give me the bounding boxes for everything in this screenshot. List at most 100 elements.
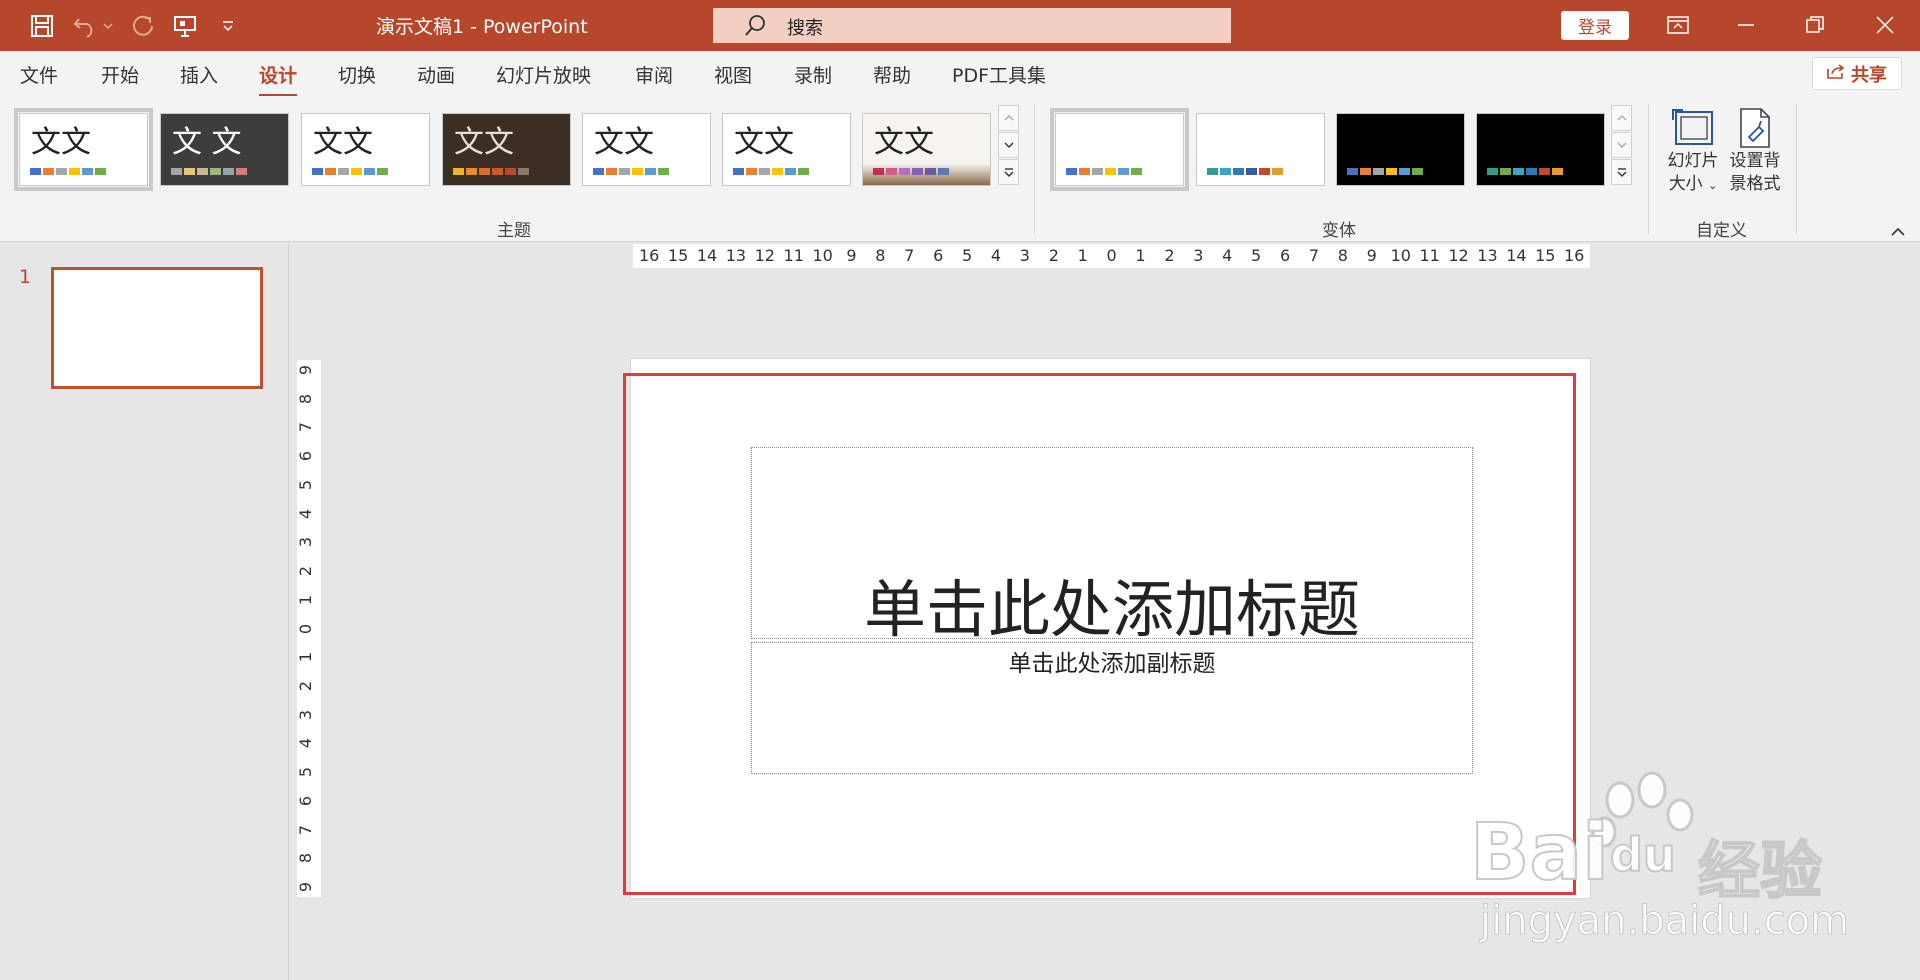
ruler-tick-label: 6 — [1279, 246, 1291, 265]
ruler-tick-label: 9 — [1366, 246, 1377, 265]
more-themes-icon[interactable] — [998, 159, 1019, 185]
horizontal-ruler[interactable]: 16 15 14 13 12 11 10 9 8 7 6 5 4 3 2 1 0 1 2 3 4 5 6 7 8 9 10 11 12 1… — [633, 244, 1590, 268]
ruler-tick-label: 13 — [1477, 246, 1498, 265]
tab-help[interactable]: 帮助 — [873, 61, 911, 88]
vertical-ruler[interactable]: 9 8 7 6 5 4 3 2 1 0 1 2 3 4 5 6 7 8 9 — [296, 360, 321, 897]
ruler-tick-label: 9 — [296, 881, 316, 893]
tab-insert[interactable]: 插入 — [180, 61, 218, 88]
variant-color-swatches — [1347, 168, 1423, 175]
restore-icon[interactable] — [1792, 8, 1838, 42]
ruler-tick-label: 3 — [1019, 246, 1030, 265]
theme-wood[interactable]: 文文 — [862, 113, 991, 186]
ruler-tick-label: 6 — [296, 795, 316, 806]
undo-dropdown-icon[interactable] — [100, 10, 116, 42]
variants-group-label: 变体 — [1322, 221, 1356, 241]
ruler-tick-label: 9 — [846, 246, 857, 265]
slide-size-icon — [1662, 106, 1724, 150]
theme-color-swatches — [171, 168, 247, 175]
ruler-tick-label: 4 — [990, 246, 1002, 265]
undo-icon[interactable] — [70, 10, 102, 42]
ruler-tick-label: 6 — [933, 246, 944, 265]
theme-preview-text: 文文 — [313, 125, 373, 160]
ruler-tick-label: 7 — [296, 422, 316, 433]
slide-thumbnail[interactable] — [51, 267, 263, 389]
save-icon[interactable] — [26, 10, 58, 42]
ruler-tick-label: 3 — [296, 709, 316, 720]
tab-design[interactable]: 设计 — [259, 61, 298, 97]
theme-office[interactable]: 文文 — [14, 108, 153, 191]
more-variants-icon[interactable] — [1611, 159, 1632, 185]
tab-review[interactable]: 审阅 — [635, 61, 673, 88]
collapse-ribbon-icon[interactable] — [1890, 222, 1906, 241]
theme-dark-brown[interactable]: 文文 — [442, 113, 571, 186]
ruler-tick-label: 2 — [1164, 246, 1175, 265]
present-icon[interactable] — [169, 10, 201, 42]
themes-scroll — [998, 105, 1019, 186]
ruler-tick-label: 14 — [696, 246, 718, 265]
ruler-tick-label: 8 — [1337, 246, 1348, 265]
theme-preview-text: 文文 — [31, 125, 91, 160]
scroll-down-icon[interactable] — [998, 132, 1019, 158]
ruler-tick-label: 16 — [639, 246, 660, 265]
search-input[interactable]: 搜索 — [713, 8, 1231, 43]
tab-animations[interactable]: 动画 — [417, 61, 455, 88]
format-background-icon — [1724, 106, 1786, 150]
share-icon — [1827, 63, 1845, 84]
document-title: 演示文稿1 - PowerPoint — [376, 16, 588, 38]
title-bar: 演示文稿1 - PowerPoint 搜索 登录 — [0, 0, 1920, 51]
customize-group-label: 自定义 — [1696, 221, 1747, 241]
ruler-tick-label: 12 — [1448, 246, 1469, 265]
tab-record[interactable]: 录制 — [794, 61, 832, 88]
ruler-tick-label: 8 — [296, 853, 316, 864]
theme-color-swatches — [453, 168, 529, 175]
theme-color-swatches — [593, 168, 669, 175]
variant-color-swatches — [1207, 168, 1283, 175]
theme-color-swatches — [312, 168, 388, 175]
themes-group-label: 主题 — [497, 221, 531, 241]
close-icon[interactable] — [1862, 8, 1908, 42]
variant-1[interactable] — [1050, 108, 1189, 191]
ruler-tick-label: 2 — [1048, 246, 1059, 265]
login-button[interactable]: 登录 — [1561, 11, 1629, 40]
tab-home[interactable]: 开始 — [101, 61, 139, 88]
customize-quick-access-icon[interactable] — [212, 10, 244, 42]
format-background-button[interactable]: 设置背 景格式 — [1724, 106, 1786, 196]
ruler-tick-label: 11 — [783, 246, 804, 265]
tab-file[interactable]: 文件 — [20, 61, 58, 88]
share-button[interactable]: 共享 — [1812, 57, 1902, 90]
format-background-label-1: 设置背 — [1729, 151, 1781, 171]
tab-transitions[interactable]: 切换 — [338, 61, 376, 88]
minimize-icon[interactable] — [1723, 8, 1769, 42]
theme-light-3[interactable]: 文文 — [722, 113, 851, 186]
theme-dark-gray[interactable]: 文 文 — [160, 113, 289, 186]
group-divider — [1796, 104, 1797, 234]
ribbon-display-options-icon[interactable] — [1655, 8, 1701, 42]
variant-color-swatches — [1066, 168, 1142, 175]
scroll-up-icon[interactable] — [998, 105, 1019, 131]
theme-light[interactable]: 文文 — [301, 113, 430, 186]
theme-preview-text: 文 文 — [172, 125, 242, 160]
ruler-tick-label: 1 — [296, 652, 316, 663]
ruler-tick-label: 9 — [296, 364, 316, 376]
tab-pdf-tools[interactable]: PDF工具集 — [952, 61, 1046, 88]
ruler-tick-label: 12 — [754, 246, 775, 265]
variant-3[interactable] — [1336, 113, 1465, 186]
redo-icon[interactable] — [127, 10, 159, 42]
watermark-product: 经验 — [1697, 833, 1823, 908]
variant-2[interactable] — [1196, 113, 1325, 186]
variant-color-swatches — [1487, 168, 1563, 175]
variants-scroll — [1611, 105, 1632, 186]
tab-view[interactable]: 视图 — [714, 61, 752, 88]
ruler-tick-label: 2 — [296, 680, 316, 692]
ruler-tick-label: 0 — [1106, 246, 1117, 265]
scroll-down-icon[interactable] — [1611, 132, 1632, 158]
ruler-tick-label: 0 — [296, 623, 316, 634]
theme-light-2[interactable]: 文文 — [582, 113, 711, 186]
slide-size-button[interactable]: 幻灯片 大小 ⌄ — [1662, 106, 1724, 197]
tab-slideshow[interactable]: 幻灯片放映 — [496, 61, 591, 88]
ruler-tick-label: 16 — [1564, 246, 1585, 265]
ruler-tick-label: 1 — [1135, 246, 1146, 265]
scroll-up-icon[interactable] — [1611, 105, 1632, 131]
variant-4[interactable] — [1476, 113, 1605, 186]
watermark-brand: Bai — [1469, 807, 1610, 899]
